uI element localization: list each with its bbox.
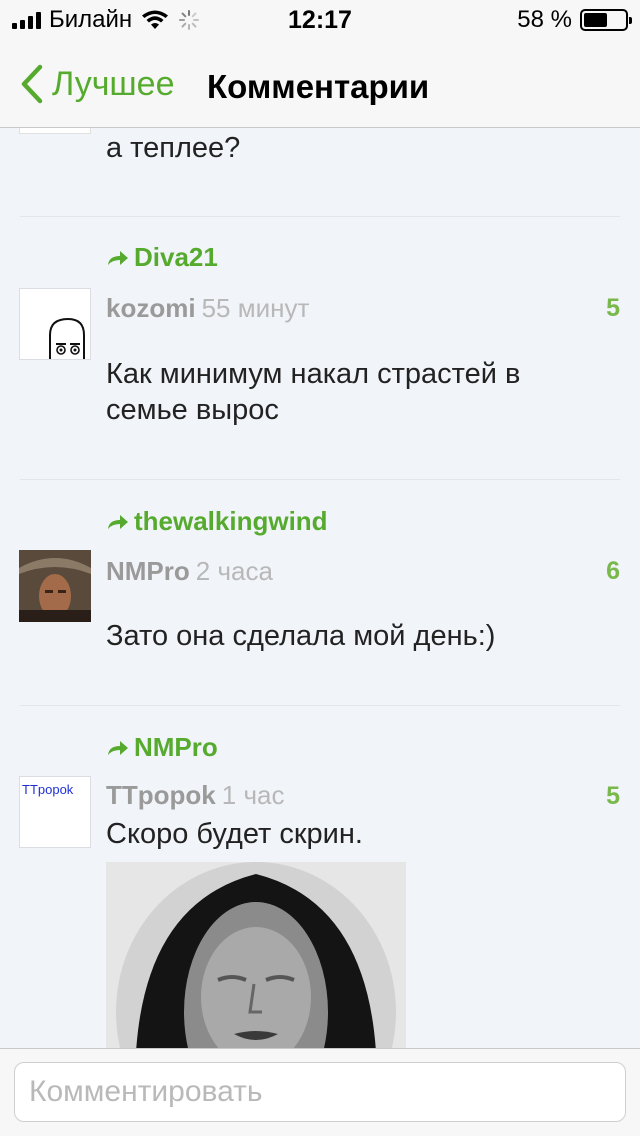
comment-text: Как минимум накал страстей в семье вырос: [106, 358, 521, 426]
comment-meta: kozomi 55 минут: [106, 293, 309, 324]
reply-to-username: Diva21: [134, 242, 218, 272]
status-right: 58 %: [517, 6, 632, 34]
avatar-face-icon: [49, 317, 85, 359]
back-button-label: Лучшее: [52, 64, 175, 103]
comment-time: 2 часа: [195, 556, 273, 586]
reply-arrow-icon: [108, 250, 128, 265]
reply-to-link[interactable]: thewalkingwind: [106, 506, 328, 537]
comment-meta: NMPro 2 часа: [106, 556, 273, 587]
reply-arrow-icon: [108, 740, 128, 755]
avatar[interactable]: [19, 550, 91, 622]
divider: [20, 479, 620, 480]
comment-meta: TTpopok 1 час: [106, 780, 284, 811]
comment-text: а теплее?: [106, 132, 241, 164]
comment-author[interactable]: kozomi: [106, 293, 196, 323]
comment-text: Скоро будет скрин.: [106, 818, 363, 850]
comment-score: 5: [606, 294, 620, 322]
divider: [20, 216, 620, 217]
navigation-bar: Лучшее Комментарии: [0, 40, 640, 128]
comment-score: 6: [606, 557, 620, 585]
comment-composer: [0, 1048, 640, 1136]
battery-percent: 58 %: [517, 6, 572, 33]
comment-author[interactable]: TTpopok: [106, 780, 216, 810]
reply-to-link[interactable]: Diva21: [106, 242, 218, 273]
battery-icon: [580, 9, 632, 31]
reply-arrow-icon: [108, 514, 128, 529]
avatar[interactable]: [19, 288, 91, 360]
comment-image[interactable]: [106, 862, 406, 1048]
avatar-photo-icon: [19, 550, 91, 622]
comment-score: 5: [606, 782, 620, 810]
page-title: Комментарии: [207, 68, 430, 105]
chevron-left-icon: [21, 64, 43, 104]
battery-fill: [584, 13, 608, 27]
reply-to-link[interactable]: NMPro: [106, 732, 218, 763]
comment-feed[interactable]: а теплее? Diva21 kozomi 55 минут 5 Как м…: [0, 128, 640, 1048]
status-bar: Билайн 12:17 58 %: [0, 0, 640, 40]
reply-to-username: NMPro: [134, 732, 218, 762]
divider: [20, 705, 620, 706]
comment-input[interactable]: [14, 1062, 626, 1122]
comment-time: 55 минут: [201, 293, 310, 323]
comment-time: 1 час: [221, 780, 285, 810]
back-button[interactable]: Лучшее: [20, 64, 175, 104]
comment-text: Зато она сделала мой день:): [106, 620, 496, 652]
avatar[interactable]: [19, 128, 91, 134]
avatar-text: TTpopok: [22, 782, 74, 797]
reply-to-username: thewalkingwind: [134, 506, 328, 536]
portrait-photo-icon: [106, 862, 406, 1048]
avatar[interactable]: TTpopok: [19, 776, 91, 848]
comment-author[interactable]: NMPro: [106, 556, 190, 586]
